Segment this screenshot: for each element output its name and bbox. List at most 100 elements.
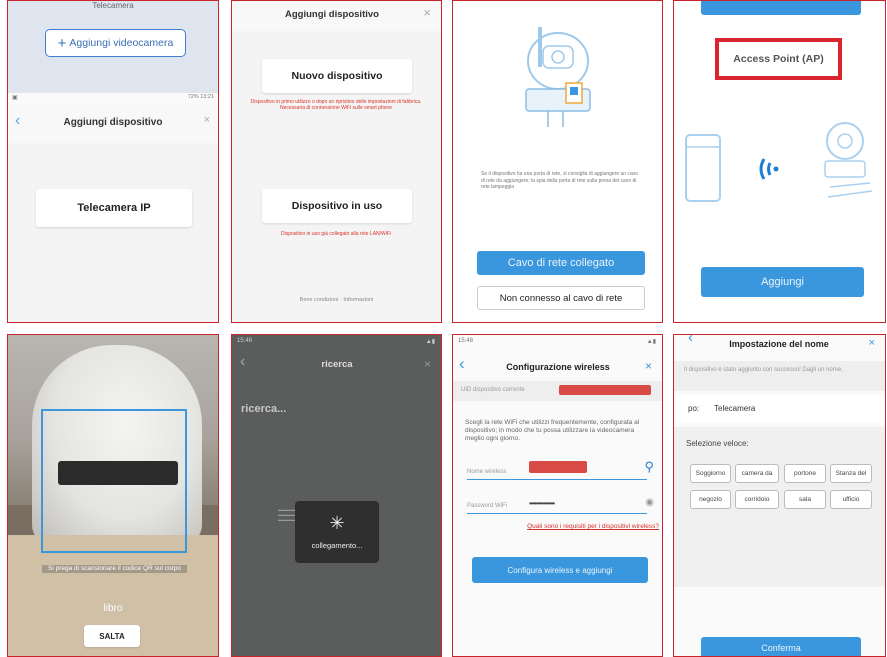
add-camera-label: Aggiungi videocamera: [69, 37, 174, 49]
chip-sala[interactable]: sala: [784, 490, 826, 509]
page-title: ricerca: [321, 359, 353, 370]
scan-hint: Si prega di scansionare il codice QR sul…: [42, 565, 187, 573]
page-title: Aggiungi dispositivo: [285, 9, 379, 20]
wifi-description: Scegli la rete WiFi che utilizzi frequen…: [465, 419, 640, 442]
chip-label: negozio: [699, 496, 722, 503]
top-button-fragment[interactable]: [701, 1, 861, 15]
new-device-button[interactable]: Nuovo dispositivo: [262, 59, 412, 93]
in-use-note: Dispositivo in uso già collegato alla re…: [280, 231, 392, 237]
chip-portone[interactable]: portone: [784, 464, 826, 483]
wifi-password-field[interactable]: ••••••••••••••: [529, 499, 555, 508]
uid-redacted: [559, 385, 651, 395]
requirements-link[interactable]: Quali sono i requisiti per i dispositivi…: [467, 523, 659, 530]
panel-searching: 15:48 ▲▮ ‹ ricerca × ricerca... ▬▬▬▬▬▬ ▬▬…: [231, 334, 442, 657]
top-label: Telecamera: [92, 1, 134, 10]
notification-icon: ▣: [12, 95, 18, 101]
signal-icon: ▲▮: [646, 339, 656, 345]
name-prefix: po:: [688, 404, 700, 413]
back-icon[interactable]: ‹: [688, 335, 693, 346]
ap-mode-title: Access Point (AP): [733, 53, 824, 65]
panel-add-camera: Telecamera + Aggiungi videocamera ▣ 72% …: [7, 0, 219, 323]
plus-icon: +: [57, 34, 67, 52]
chip-camera-da[interactable]: camera da: [735, 464, 779, 483]
in-use-button[interactable]: Dispositivo in uso: [262, 189, 412, 223]
wifi-name-redacted[interactable]: [529, 461, 587, 473]
back-icon[interactable]: ‹: [459, 354, 465, 374]
connecting-text: collegamento...: [311, 541, 363, 550]
panel-wireless-config: 15:48 ▲▮ ‹ Configurazione wireless × UID…: [452, 334, 663, 657]
spinner-icon: ✳: [329, 513, 345, 533]
panel-access-point: Access Point (AP) Aggiungi: [673, 0, 886, 323]
wifi-signal-icon: [759, 158, 766, 180]
close-icon[interactable]: ×: [424, 357, 431, 371]
phone-icon: [685, 134, 721, 202]
close-icon[interactable]: ×: [869, 337, 875, 349]
camera-icon: [826, 122, 864, 160]
qr-scan-frame: [41, 409, 187, 553]
page-title: Configurazione wireless: [506, 362, 610, 372]
search-icon[interactable]: ⚲: [644, 459, 654, 475]
chip-stanza-del[interactable]: Stanza del: [830, 464, 872, 483]
status-time: 15:48: [458, 338, 474, 344]
new-device-label: Nuovo dispositivo: [291, 70, 383, 82]
success-note: Il dispositivo è stato aggiunto con succ…: [684, 367, 843, 373]
ip-camera-label: Telecamera IP: [77, 202, 151, 214]
chip-label: sala: [799, 496, 811, 503]
chip-corridoio[interactable]: corridoio: [735, 490, 779, 509]
chip-label: ufficio: [842, 496, 860, 503]
quick-select-label: Selezione veloce:: [686, 439, 749, 448]
cable-connected-button[interactable]: Cavo di rete collegato: [477, 251, 645, 275]
panel-qr-scan: Si prega di scansionare il codice QR sul…: [7, 334, 219, 657]
name-input[interactable]: Telecamera: [714, 404, 755, 413]
add-button-label: Aggiungi: [761, 276, 804, 288]
status-time: 72% 13:21: [187, 94, 214, 100]
configure-button[interactable]: Configura wireless e aggiungi: [472, 557, 648, 583]
close-icon[interactable]: ×: [204, 114, 210, 126]
uid-row: UID dispositivo corrente: [453, 381, 662, 401]
wifi-name-label: Nome wireless: [467, 469, 507, 475]
close-icon[interactable]: ×: [645, 359, 652, 373]
status-time: 15:48: [237, 338, 253, 344]
chip-label: corridoio: [744, 496, 770, 503]
chip-label: portone: [793, 470, 817, 477]
chip-label: Soggiorno: [695, 470, 726, 477]
back-icon[interactable]: ‹: [240, 353, 245, 371]
footer-links[interactable]: Bene condizioni · Informazioni: [232, 297, 441, 303]
name-row: po: Telecamera: [674, 395, 885, 423]
book-label[interactable]: libro: [8, 603, 218, 614]
ip-camera-button[interactable]: Telecamera IP: [36, 189, 192, 227]
not-connected-button[interactable]: Non connesso al cavo di rete: [477, 286, 645, 310]
chip-label: camera da: [741, 470, 773, 477]
camera-cable-illustration: [525, 27, 591, 127]
add-camera-button[interactable]: + Aggiungi videocamera: [45, 29, 186, 57]
panel-device-type: Aggiungi dispositivo × Nuovo dispositivo…: [231, 0, 442, 323]
add-button[interactable]: Aggiungi: [701, 267, 864, 297]
panel-device-name: ‹ Impostazione del nome × Il dispositivo…: [673, 334, 886, 657]
chip-soggiorno[interactable]: Soggiorno: [690, 464, 731, 483]
signal-icon: ▲▮: [425, 339, 435, 345]
in-use-label: Dispositivo in uso: [291, 200, 383, 212]
cable-connected-label: Cavo di rete collegato: [507, 257, 615, 269]
skip-button[interactable]: SALTA: [84, 625, 140, 647]
back-icon[interactable]: ‹: [15, 112, 20, 130]
confirm-button[interactable]: Conferma: [701, 637, 861, 656]
panel-cable-check: Se il dispositivo ha una porta di rete, …: [452, 0, 663, 323]
confirm-label: Conferma: [761, 643, 801, 653]
not-connected-label: Non connesso al cavo di rete: [499, 292, 623, 304]
wifi-password-underline: [467, 513, 647, 514]
cable-instructions: Se il dispositivo ha una porta di rete, …: [481, 171, 639, 190]
chip-ufficio[interactable]: ufficio: [830, 490, 872, 509]
uid-label: UID dispositivo corrente: [461, 387, 525, 393]
nav-bar: Aggiungi dispositivo ×: [232, 1, 441, 31]
status-bar: ▣ 72% 13:21: [8, 93, 218, 103]
searching-text: ricerca...: [241, 403, 287, 415]
wifi-name-underline: [467, 479, 647, 480]
close-icon[interactable]: ×: [423, 5, 431, 20]
eye-icon[interactable]: ◉: [645, 497, 654, 508]
configure-label: Configura wireless e aggiungi: [507, 565, 613, 575]
new-device-note: Dispositivo in primo utilizzo o dopo un …: [250, 99, 422, 111]
success-banner: Il dispositivo è stato aggiunto con succ…: [674, 361, 885, 391]
chip-negozio[interactable]: negozio: [690, 490, 731, 509]
skip-label: SALTA: [99, 631, 125, 641]
loading-dialog: ✳ collegamento...: [295, 501, 379, 563]
